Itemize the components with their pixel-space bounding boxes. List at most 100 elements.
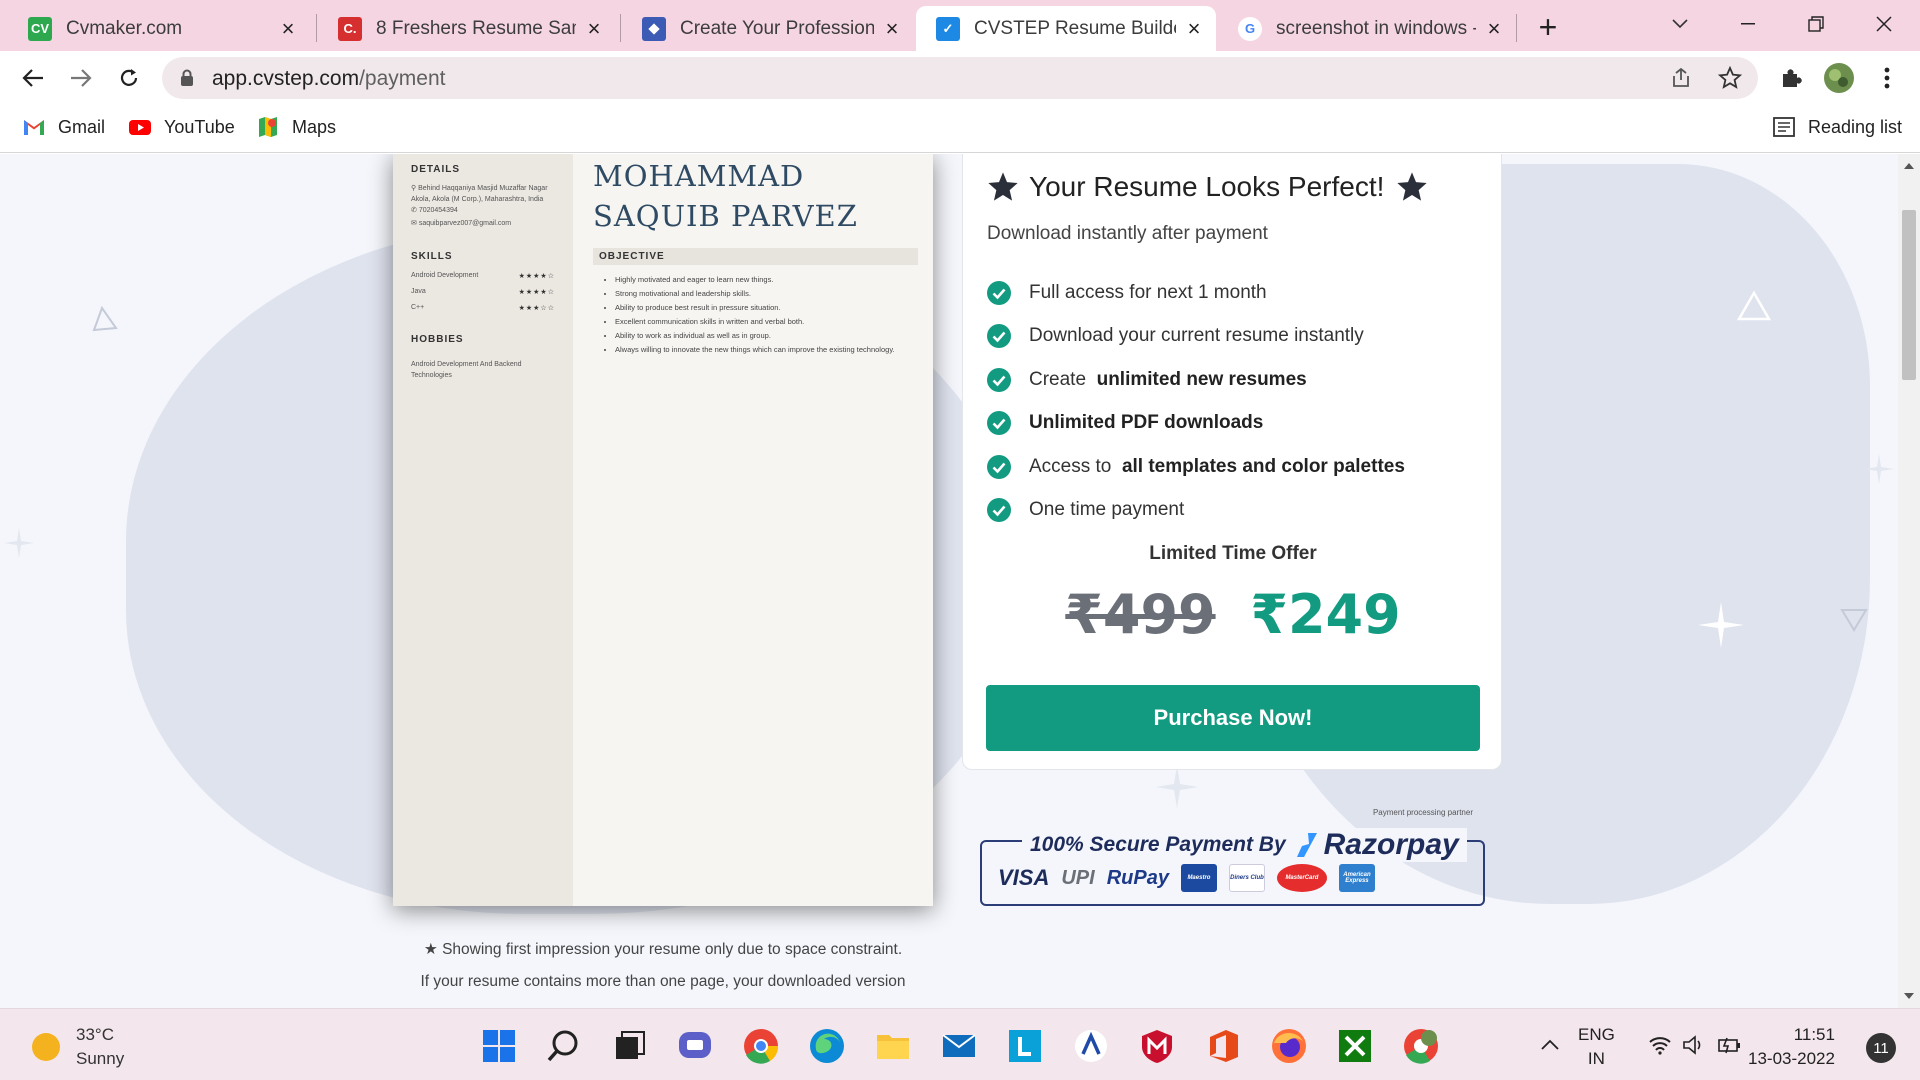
bookmark-maps[interactable]: Maps (256, 115, 336, 139)
resume-hobbies: Android Development And Backend Technolo… (411, 361, 522, 379)
new-tab-button[interactable]: + (1530, 10, 1566, 46)
razorpay-brand: Razorpay (1323, 828, 1459, 861)
minimize-button[interactable] (1718, 6, 1778, 42)
chrome-icon[interactable] (742, 1027, 780, 1065)
tab-cvstep-active[interactable]: ✓ CVSTEP Resume Builder × (916, 6, 1216, 51)
tab-title: CVSTEP Resume Builder (974, 17, 1176, 39)
weather-condition: Sunny (76, 1049, 125, 1068)
tab-google-search[interactable]: G screenshot in windows - Google Search … (1218, 6, 1516, 51)
battery-icon[interactable] (1716, 1035, 1742, 1055)
windows-start-icon[interactable] (480, 1027, 518, 1065)
file-explorer-icon[interactable] (874, 1027, 912, 1065)
edge-icon[interactable] (808, 1027, 846, 1065)
volume-icon[interactable] (1682, 1035, 1706, 1055)
old-price: ₹499 (1065, 583, 1216, 646)
scroll-down-arrow-icon[interactable] (1904, 992, 1914, 1000)
profile-avatar[interactable] (1820, 59, 1858, 97)
check-circle-icon (987, 281, 1011, 305)
preview-note-line1: ★ Showing first impression your resume o… (423, 941, 903, 958)
purchase-now-button[interactable]: Purchase Now! (986, 685, 1480, 751)
tab-title: screenshot in windows - Google Search (1276, 17, 1476, 39)
preview-note-line2: If your resume contains more than one pa… (420, 973, 906, 990)
sun-icon (32, 1033, 60, 1061)
show-hidden-icons-chevron-icon[interactable] (1540, 1039, 1560, 1051)
tab-cvmaker[interactable]: CV Cvmaker.com × (8, 6, 310, 51)
tab-separator (620, 14, 621, 42)
cvmaker-favicon: CV (28, 16, 52, 41)
app-icon[interactable] (1072, 1027, 1110, 1065)
firefox-icon[interactable] (1270, 1027, 1308, 1065)
office-icon[interactable] (1204, 1027, 1242, 1065)
wifi-icon[interactable] (1648, 1035, 1672, 1055)
check-circle-icon (987, 411, 1011, 435)
bookmarks-bar: Gmail YouTube Maps Reading list (0, 105, 1920, 153)
checkmark-favicon: ✓ (936, 16, 960, 41)
mastercard-logo: MasterCard (1276, 864, 1327, 892)
tab-create-resume[interactable]: Create Your Professional Resume × (622, 6, 914, 51)
share-icon[interactable] (1670, 67, 1692, 89)
close-tab-icon[interactable]: × (1184, 17, 1204, 39)
system-clock[interactable]: 11:51 13-03-2022 (1748, 1023, 1835, 1071)
xbox-icon[interactable] (1336, 1027, 1374, 1065)
url-text[interactable]: app.cvstep.com/payment (212, 67, 445, 91)
extensions-puzzle-icon[interactable] (1772, 59, 1810, 97)
bookmark-star-icon[interactable] (1718, 66, 1742, 90)
notification-badge[interactable]: 11 (1866, 1033, 1896, 1063)
page-viewport: DETAILS ⚲ Behind Haqqaniya Masjid Muzaff… (0, 154, 1898, 1008)
scroll-up-arrow-icon[interactable] (1904, 162, 1914, 170)
decorative-triangle-icon (1736, 290, 1772, 321)
gmail-icon (24, 120, 44, 135)
reading-list-button[interactable]: Reading list (1772, 115, 1902, 139)
chrome-profile-icon[interactable] (1402, 1027, 1440, 1065)
star-icon (988, 172, 1018, 201)
check-circle-icon (987, 498, 1011, 522)
tab-freshers-resume[interactable]: C. 8 Freshers Resume Sample × (318, 6, 616, 51)
weather-widget[interactable]: 33°C Sunny (32, 1023, 124, 1071)
close-window-button[interactable] (1854, 6, 1914, 42)
close-tab-icon[interactable]: × (1484, 17, 1504, 39)
payment-card: Your Resume Looks Perfect! Download inst… (962, 154, 1502, 770)
bookmark-youtube[interactable]: YouTube (128, 115, 235, 139)
resume-main: MOHAMMAD SAQUIB PARVEZ OBJECTIVE Highly … (593, 154, 918, 357)
menu-kebab-icon[interactable] (1868, 59, 1906, 97)
feature-item: Download your current resume instantly (987, 324, 1364, 348)
mcafee-shield-icon[interactable] (1138, 1027, 1176, 1065)
teams-chat-icon[interactable] (676, 1027, 714, 1065)
resume-phone: ✆ 7020454394 (411, 207, 458, 214)
amex-logo: American Express (1338, 864, 1375, 892)
vertical-scrollbar[interactable] (1898, 154, 1920, 1008)
list-item: Ability to work as individual as well as… (615, 329, 918, 343)
decorative-triangle-icon (92, 305, 118, 332)
resume-skill-row: Android Development ★★★★☆ (411, 272, 555, 280)
payment-methods: VISA UPI RuPay Maestro Diners Club Maste… (998, 864, 1375, 892)
lock-icon[interactable] (180, 69, 194, 87)
list-item: Always willing to innovate the new thing… (615, 343, 918, 357)
rupay-logo: RuPay (1106, 866, 1169, 889)
reload-button[interactable] (110, 59, 148, 97)
back-button[interactable] (14, 59, 52, 97)
resume-skill-row: Java ★★★★☆ (411, 288, 555, 296)
tab-search-chevron-icon[interactable] (1650, 6, 1710, 42)
bookmark-gmail[interactable]: Gmail (22, 115, 105, 139)
close-tab-icon[interactable]: × (584, 17, 604, 39)
close-tab-icon[interactable]: × (278, 17, 298, 39)
price-display: ₹499 ₹249 (963, 583, 1503, 646)
launcher-l-icon[interactable] (1006, 1027, 1044, 1065)
forward-button[interactable] (62, 59, 100, 97)
restore-button[interactable] (1786, 6, 1846, 42)
search-icon[interactable] (545, 1027, 583, 1065)
check-circle-icon (987, 324, 1011, 348)
windows-taskbar: 33°C Sunny ENG IN 11:51 13-03-2022 11 (0, 1008, 1920, 1080)
star-icon: ★ (423, 941, 438, 958)
address-bar[interactable]: app.cvstep.com/payment (162, 57, 1758, 99)
scrollbar-thumb[interactable] (1902, 210, 1916, 380)
mail-icon[interactable] (940, 1027, 978, 1065)
close-tab-icon[interactable]: × (882, 17, 902, 39)
resume-objective-heading: OBJECTIVE (593, 248, 918, 265)
secure-payment-label: 100% Secure Payment By Razorpay (1022, 828, 1467, 862)
payment-partner-text: Payment processing partner (1372, 808, 1473, 817)
language-indicator[interactable]: ENG IN (1578, 1023, 1615, 1071)
tab-separator (1516, 14, 1517, 42)
maps-icon (259, 117, 277, 137)
task-view-icon[interactable] (610, 1027, 648, 1065)
